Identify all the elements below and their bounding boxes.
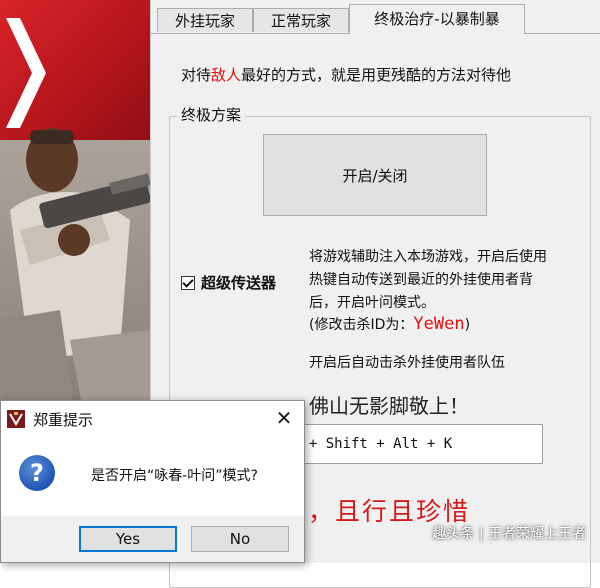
character-figure-icon	[0, 128, 150, 450]
tab-normal-players[interactable]: 正常玩家	[253, 8, 349, 32]
kill-id-close: )	[464, 317, 471, 333]
auto-kill-text: 开启后自动击杀外挂使用者队伍	[309, 355, 505, 371]
kill-id-line: (修改击杀ID为：YeWen)	[309, 314, 470, 334]
dialog-button-bar: Yes No	[1, 516, 304, 562]
teleporter-checkbox[interactable]	[181, 275, 195, 290]
tab-bar: 外挂玩家 正常玩家 终极治疗-以暴制暴	[151, 0, 600, 34]
teleporter-label: 超级传送器	[201, 274, 277, 292]
toggle-button[interactable]: 开启/关闭	[263, 134, 487, 216]
intro-highlight: 敌人	[211, 66, 242, 84]
close-icon[interactable]: ✕	[272, 406, 296, 430]
group-title: 终极方案	[177, 104, 246, 125]
kill-id-label: (修改击杀ID为：	[309, 317, 414, 333]
intro-suffix: 最好的方式，就是用更残酷的方法对待他	[241, 66, 512, 84]
question-icon: ?	[19, 455, 55, 491]
watermark: 趣头条 | 王者荣耀上王者	[432, 526, 586, 542]
yes-button[interactable]: Yes	[79, 526, 177, 552]
dialog-question: 是否开启“咏春-叶问”模式?	[91, 468, 258, 484]
tab-cheat-players[interactable]: 外挂玩家	[157, 8, 253, 32]
intro-text: 对待敌人最好的方式，就是用更残酷的方法对待他	[181, 64, 511, 85]
kill-id-value: YeWen	[413, 314, 465, 334]
teleporter-description: 将游戏辅助注入本场游戏，开启后使用热键自动传送到最近的外挂使用者背后，开启叶问模…	[309, 249, 547, 311]
confirm-dialog: 郑重提示 ✕ ? 是否开启“咏春-叶问”模式? Yes No	[0, 400, 305, 563]
no-button[interactable]: No	[191, 526, 289, 552]
hotkey-field[interactable]: l + Shift + Alt + K	[281, 424, 543, 464]
app-icon	[7, 410, 25, 428]
tab-ultimate-cure[interactable]: 终极治疗-以暴制暴	[349, 4, 525, 34]
teleporter-checkbox-row[interactable]: 超级传送器	[181, 272, 276, 293]
dialog-title: 郑重提示	[33, 411, 94, 429]
intro-prefix: 对待	[181, 66, 212, 84]
dialog-titlebar[interactable]: 郑重提示 ✕	[1, 401, 304, 437]
foshan-text: 佛山无影脚敬上！	[309, 394, 469, 418]
